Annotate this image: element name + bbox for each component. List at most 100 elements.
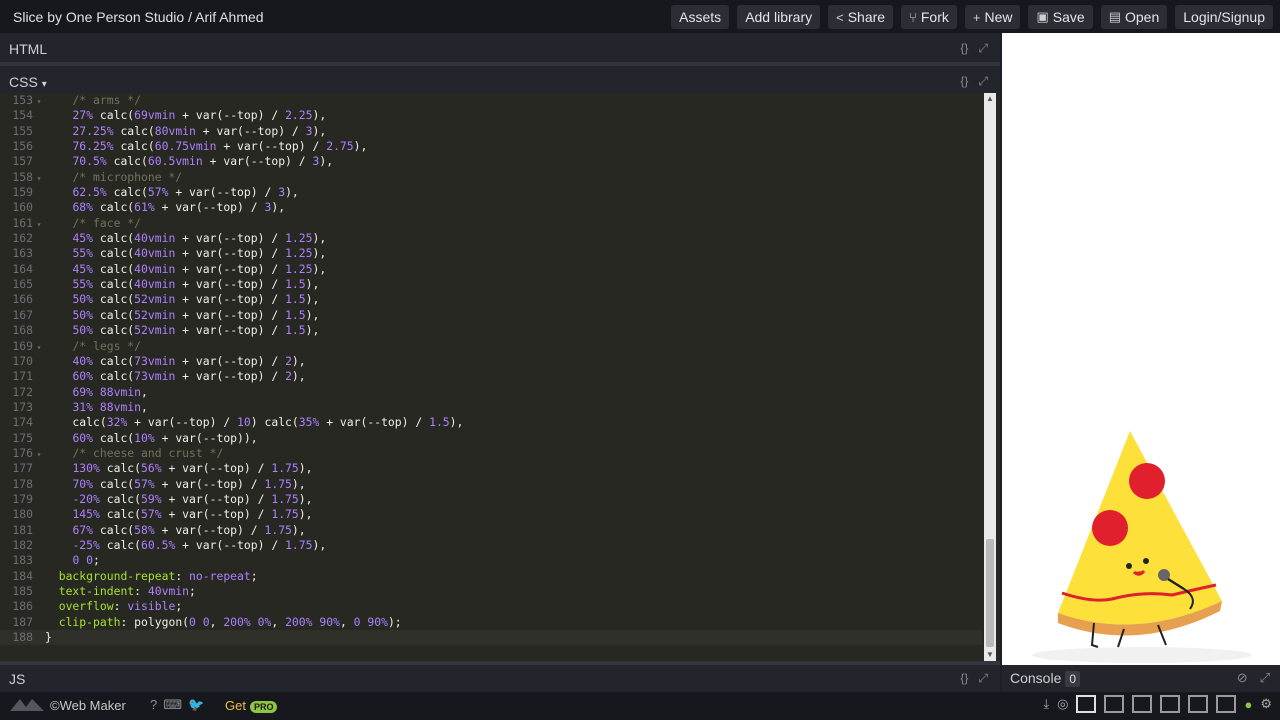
save-button[interactable]: ▣ Save bbox=[1028, 5, 1093, 29]
code-line[interactable]: 167 50% calc(52vmin + var(--top) / 1.5), bbox=[0, 308, 982, 323]
code-line[interactable]: 162 45% calc(40vmin + var(--top) / 1.25)… bbox=[0, 231, 982, 246]
webmaker-brand[interactable]: ©Web Maker bbox=[10, 697, 126, 713]
get-pro-link[interactable]: Get PRO bbox=[225, 698, 278, 713]
code-line[interactable]: 183 0 0; bbox=[0, 553, 982, 568]
code-line[interactable]: 173 31% 88vmin, bbox=[0, 400, 982, 415]
expand-icon[interactable]: ⤢ bbox=[978, 671, 988, 686]
code-text: 67% calc(58% + var(--top) / 1.75), bbox=[72, 522, 306, 537]
line-number: 185 bbox=[12, 584, 33, 598]
console-header[interactable]: Console 0 ⊘ ⤢ bbox=[1002, 665, 1280, 692]
open-label: Open bbox=[1125, 9, 1160, 25]
line-number: 164 bbox=[12, 261, 33, 276]
layout-5-icon[interactable] bbox=[1188, 695, 1209, 713]
login-signup-button[interactable]: Login/Signup bbox=[1175, 5, 1273, 29]
code-line[interactable]: 188} bbox=[0, 630, 982, 646]
code-line[interactable]: 174 calc(32% + var(--top) / 10) calc(35%… bbox=[0, 415, 982, 430]
code-text: 68% calc(61% + var(--top) / 3), bbox=[72, 200, 286, 215]
assets-button[interactable]: Assets bbox=[671, 5, 730, 29]
format-code-icon[interactable]: {} bbox=[960, 41, 968, 56]
console-controls: ⊘ ⤢ bbox=[1237, 670, 1270, 686]
scrollbar-thumb[interactable] bbox=[986, 539, 994, 647]
fold-toggle-icon[interactable]: ▾ bbox=[33, 217, 45, 232]
code-line[interactable]: 168 50% calc(52vmin + var(--top) / 1.5), bbox=[0, 323, 982, 338]
code-line[interactable]: 172 69% 88vmin, bbox=[0, 385, 982, 400]
code-line[interactable]: 171 60% calc(73vmin + var(--top) / 2), bbox=[0, 369, 982, 384]
code-line[interactable]: 185 text-indent: 40vmin; bbox=[0, 584, 982, 599]
code-text: /* legs */ bbox=[72, 338, 142, 353]
code-line[interactable]: 177 130% calc(56% + var(--top) / 1.75), bbox=[0, 461, 982, 476]
code-line[interactable]: 169 ▾ /* legs */ bbox=[0, 339, 982, 354]
keyboard-icon[interactable]: ⌨ bbox=[163, 697, 182, 713]
code-text: 70.5% calc(60.5vmin + var(--top) / 3), bbox=[72, 154, 334, 169]
code-line[interactable]: 161 ▾ /* face */ bbox=[0, 216, 982, 231]
open-button[interactable]: ▤ Open bbox=[1100, 5, 1168, 29]
editor-scrollbar[interactable]: ▲ ▼ bbox=[984, 93, 996, 661]
download-icon[interactable]: ⤓ bbox=[1043, 696, 1049, 712]
html-pane-header[interactable]: HTML {} ⤢ bbox=[0, 33, 1000, 62]
add-library-button[interactable]: Add library bbox=[737, 5, 821, 29]
format-code-icon[interactable]: {} bbox=[960, 671, 968, 686]
code-line[interactable]: 182 -25% calc(60.5% + var(--top) / 1.75)… bbox=[0, 538, 982, 553]
code-line[interactable]: 178 70% calc(57% + var(--top) / 1.75), bbox=[0, 477, 982, 492]
fold-toggle-icon[interactable]: ▾ bbox=[33, 447, 45, 462]
layout-2-icon[interactable] bbox=[1104, 695, 1125, 713]
line-number: 172 bbox=[12, 384, 33, 399]
code-line[interactable]: 158 ▾ /* microphone */ bbox=[0, 170, 982, 185]
pepperoni-1 bbox=[1129, 463, 1165, 499]
code-line[interactable]: 157 70.5% calc(60.5vmin + var(--top) / 3… bbox=[0, 154, 982, 169]
detached-preview-icon[interactable] bbox=[1216, 695, 1237, 713]
css-pane-header[interactable]: CSS ▾ {} ⤢ bbox=[0, 66, 1000, 93]
js-pane-controls: {} ⤢ bbox=[960, 671, 988, 686]
code-line[interactable]: 160 68% calc(61% + var(--top) / 3), bbox=[0, 200, 982, 215]
settings-gear-icon[interactable]: ⚙ bbox=[1260, 696, 1272, 712]
line-number: 186 bbox=[12, 599, 33, 614]
code-line[interactable]: 176 ▾ /* cheese and crust */ bbox=[0, 446, 982, 461]
code-line[interactable]: 175 60% calc(10% + var(--top)), bbox=[0, 431, 982, 446]
code-line[interactable]: 184 background-repeat: no-repeat; bbox=[0, 569, 982, 584]
line-number: 166 bbox=[12, 292, 33, 307]
code-text: 55% calc(40vmin + var(--top) / 1.5), bbox=[72, 277, 320, 292]
scroll-down-icon[interactable]: ▼ bbox=[984, 649, 996, 661]
fold-toggle-icon[interactable]: ▾ bbox=[33, 94, 45, 109]
code-text: /* cheese and crust */ bbox=[72, 445, 224, 460]
code-text: 31% 88vmin, bbox=[72, 399, 148, 414]
code-line[interactable]: 181 67% calc(58% + var(--top) / 1.75), bbox=[0, 523, 982, 538]
layout-4-icon[interactable] bbox=[1160, 695, 1181, 713]
twitter-icon[interactable]: 🐦 bbox=[188, 697, 204, 713]
clear-console-icon[interactable]: ⊘ bbox=[1237, 670, 1248, 686]
code-line[interactable]: 154 27% calc(69vmin + var(--top) / 2.25)… bbox=[0, 108, 982, 123]
code-line[interactable]: 179 -20% calc(59% + var(--top) / 1.75), bbox=[0, 492, 982, 507]
codepen-icon[interactable]: ◎ bbox=[1057, 696, 1068, 712]
expand-icon[interactable]: ⤢ bbox=[978, 41, 988, 56]
help-icon[interactable]: ? bbox=[150, 697, 157, 713]
code-line[interactable]: 159 62.5% calc(57% + var(--top) / 3), bbox=[0, 185, 982, 200]
scroll-up-icon[interactable]: ▲ bbox=[984, 93, 996, 105]
format-code-icon[interactable]: {} bbox=[960, 74, 968, 89]
code-line[interactable]: 155 27.25% calc(80vmin + var(--top) / 3)… bbox=[0, 124, 982, 139]
notifications-icon[interactable]: ● bbox=[1244, 697, 1252, 712]
layout-1-icon[interactable] bbox=[1076, 695, 1097, 713]
fork-button[interactable]: ⑂ Fork bbox=[901, 5, 957, 29]
fold-toggle-icon[interactable]: ▾ bbox=[33, 171, 45, 186]
css-code-editor[interactable]: 153 ▾ /* arms */154 27% calc(69vmin + var… bbox=[0, 93, 1000, 661]
code-line[interactable]: 170 40% calc(73vmin + var(--top) / 2), bbox=[0, 354, 982, 369]
share-button[interactable]: < Share bbox=[828, 5, 894, 29]
code-line[interactable]: 153 ▾ /* arms */ bbox=[0, 93, 982, 108]
line-number: 154 bbox=[12, 108, 33, 123]
code-line[interactable]: 166 50% calc(52vmin + var(--top) / 1.5), bbox=[0, 292, 982, 307]
fold-toggle-icon[interactable]: ▾ bbox=[33, 340, 45, 355]
code-line[interactable]: 187 clip-path: polygon(0 0, 200% 0%, 200… bbox=[0, 615, 982, 630]
code-line[interactable]: 164 45% calc(40vmin + var(--top) / 1.25)… bbox=[0, 262, 982, 277]
expand-icon[interactable]: ⤢ bbox=[1260, 670, 1270, 686]
new-button[interactable]: + New bbox=[964, 5, 1021, 29]
css-pane-controls: {} ⤢ bbox=[960, 74, 988, 89]
code-line[interactable]: 186 overflow: visible; bbox=[0, 599, 982, 614]
code-line[interactable]: 180 145% calc(57% + var(--top) / 1.75), bbox=[0, 507, 982, 522]
layout-3-icon[interactable] bbox=[1132, 695, 1153, 713]
js-pane-header[interactable]: JS {} ⤢ bbox=[0, 665, 1000, 692]
preview-pane[interactable] bbox=[1002, 33, 1280, 665]
code-line[interactable]: 163 55% calc(40vmin + var(--top) / 1.25)… bbox=[0, 246, 982, 261]
expand-icon[interactable]: ⤢ bbox=[978, 74, 988, 89]
code-line[interactable]: 156 76.25% calc(60.75vmin + var(--top) /… bbox=[0, 139, 982, 154]
code-line[interactable]: 165 55% calc(40vmin + var(--top) / 1.5), bbox=[0, 277, 982, 292]
